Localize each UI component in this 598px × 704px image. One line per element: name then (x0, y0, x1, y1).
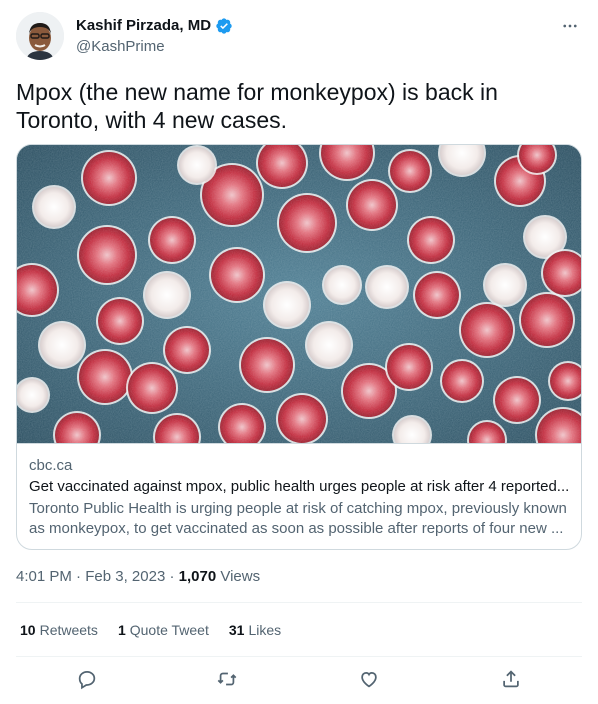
tweet-timestamp-row: 4:01 PM · Feb 3, 2023 · 1,070 Views (16, 567, 260, 587)
likes-label: Likes (248, 622, 282, 638)
retweets-label: Retweets (39, 622, 98, 638)
reply-icon[interactable] (76, 668, 100, 692)
separator: · (169, 568, 175, 585)
more-options-icon[interactable] (558, 16, 582, 36)
retweets-stat[interactable]: 10 Retweets (20, 620, 98, 640)
author-display-name[interactable]: Kashif Pirzada, MD (76, 16, 211, 36)
share-icon[interactable] (500, 668, 524, 692)
link-card-description: Toronto Public Health is urging people a… (29, 500, 567, 537)
quote-tweets-stat[interactable]: 1 Quote Tweet (118, 620, 209, 640)
divider (16, 602, 582, 603)
link-card-meta: cbc.ca Get vaccinated against mpox, publ… (17, 443, 581, 549)
link-card-title: Get vaccinated against mpox, public heal… (29, 478, 570, 495)
verified-badge-icon (216, 18, 232, 34)
divider (16, 656, 582, 657)
tweet-time[interactable]: 4:01 PM (16, 568, 72, 585)
link-card-domain: cbc.ca (29, 457, 73, 474)
author-handle[interactable]: @KashPrime (76, 37, 233, 57)
quotes-label: Quote Tweet (129, 622, 209, 638)
views-label: Views (220, 568, 261, 585)
likes-count: 31 (228, 622, 245, 638)
engagement-stats: 10 Retweets 1 Quote Tweet 31 Likes (20, 620, 281, 640)
author-avatar[interactable] (16, 12, 64, 60)
link-card-image (17, 145, 581, 463)
tweet-action-bar (16, 664, 582, 696)
quotes-count: 1 (117, 622, 126, 638)
avatar-image (16, 12, 64, 60)
tweet-header: Kashif Pirzada, MD @KashPrime (16, 12, 582, 60)
tweet-date[interactable]: Feb 3, 2023 (85, 568, 165, 585)
link-card[interactable]: cbc.ca Get vaccinated against mpox, publ… (16, 144, 582, 550)
retweets-count: 10 (20, 622, 36, 638)
author-name-block: Kashif Pirzada, MD @KashPrime (76, 16, 233, 57)
retweet-icon[interactable] (216, 668, 240, 692)
likes-stat[interactable]: 31 Likes (229, 620, 281, 640)
tweet-text: Mpox (the new name for monkeypox) is bac… (16, 79, 498, 133)
separator: · (76, 568, 82, 585)
views-count: 1,070 (178, 568, 217, 585)
like-icon[interactable] (358, 668, 382, 692)
